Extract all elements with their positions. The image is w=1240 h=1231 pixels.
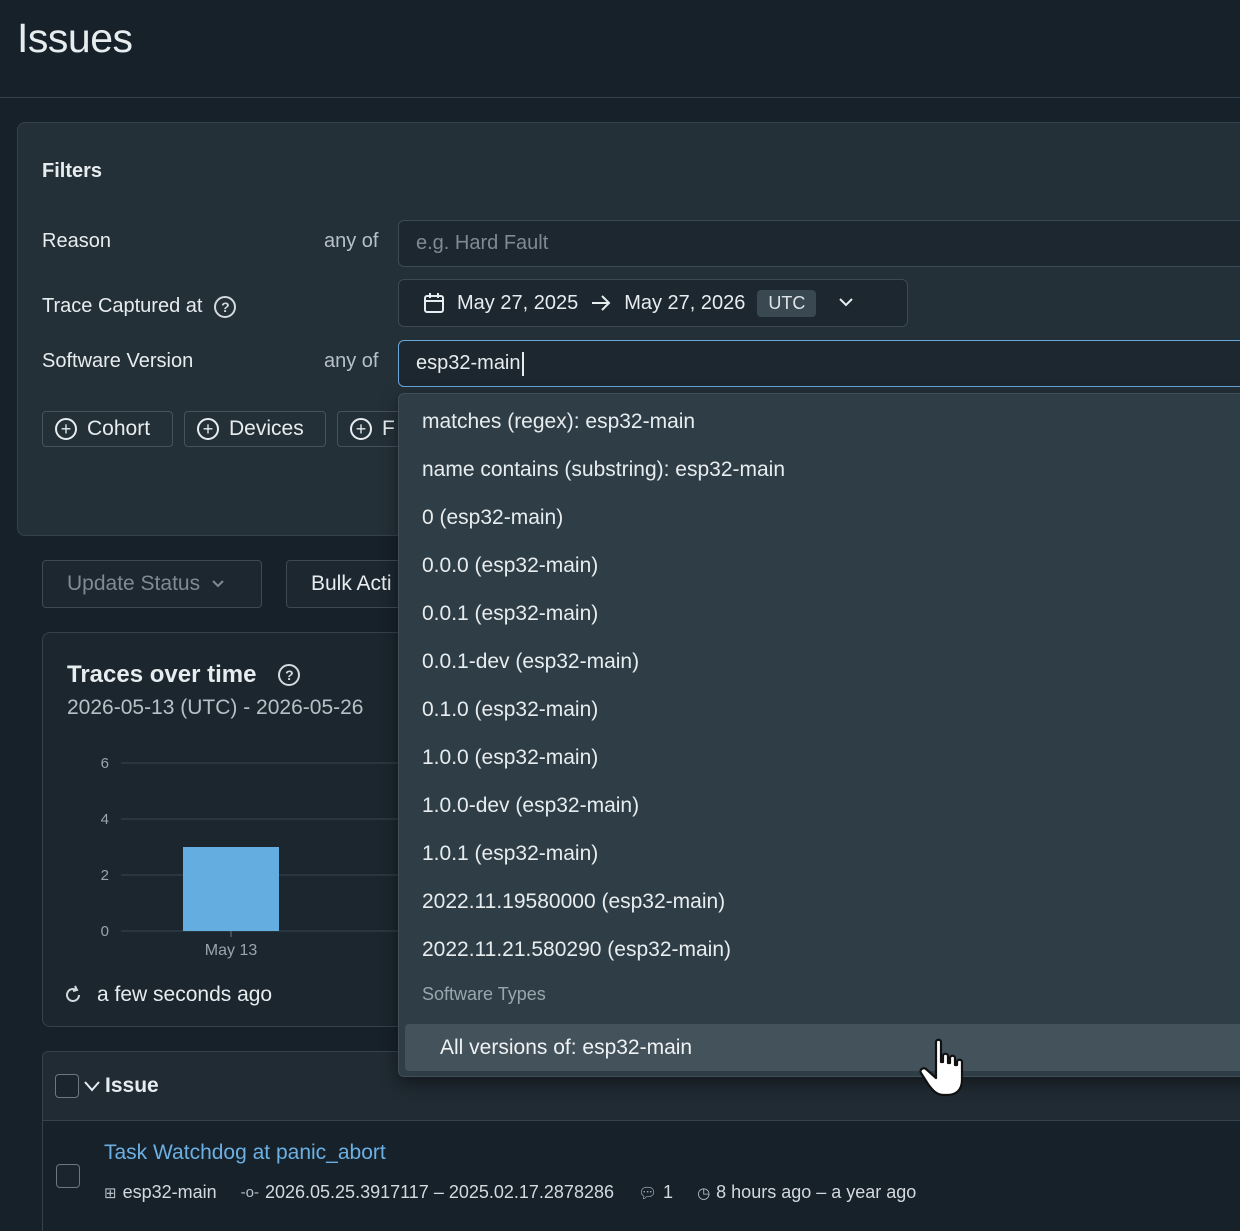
commit-icon: -o- bbox=[240, 1184, 259, 1201]
page-title: Issues bbox=[17, 15, 133, 61]
add-devices-button[interactable]: + Devices bbox=[184, 411, 326, 447]
issue-software-type: esp32-main bbox=[122, 1182, 217, 1202]
plus-circle-icon: + bbox=[350, 418, 372, 440]
chevron-down-icon[interactable] bbox=[83, 1079, 101, 1093]
reason-input[interactable]: e.g. Hard Fault bbox=[398, 220, 1240, 267]
issue-time: 8 hours ago – a year ago bbox=[716, 1182, 917, 1202]
date-range-picker[interactable]: May 27, 2025 May 27, 2026 UTC bbox=[398, 279, 908, 327]
issue-title-link[interactable]: Task Watchdog at panic_abort bbox=[104, 1141, 386, 1165]
dropdown-option-all-versions[interactable]: All versions of: esp32-main bbox=[405, 1024, 1240, 1071]
row-checkbox[interactable] bbox=[56, 1164, 80, 1188]
comment-icon: 💬︎ bbox=[638, 1184, 658, 1202]
dropdown-option[interactable]: 1.0.1 (esp32-main) bbox=[422, 830, 598, 878]
dropdown-option[interactable]: 0.0.1 (esp32-main) bbox=[422, 590, 598, 638]
dropdown-option[interactable]: 0 (esp32-main) bbox=[422, 494, 563, 542]
software-version-operator[interactable]: any of bbox=[324, 350, 378, 373]
refresh-status[interactable]: a few seconds ago bbox=[63, 983, 272, 1007]
y-tick-label: 4 bbox=[101, 811, 109, 828]
y-tick-label: 0 bbox=[101, 923, 109, 940]
help-circle-icon[interactable]: ? bbox=[214, 295, 237, 318]
trace-captured-label: Trace Captured at ? bbox=[42, 295, 237, 318]
issue-column-header[interactable]: Issue bbox=[105, 1074, 159, 1098]
reason-input-placeholder: e.g. Hard Fault bbox=[416, 232, 549, 254]
refresh-icon bbox=[66, 985, 80, 1002]
add-cohort-button[interactable]: + Cohort bbox=[42, 411, 173, 447]
reason-label: Reason bbox=[42, 230, 111, 253]
dropdown-option[interactable]: 1.0.0-dev (esp32-main) bbox=[422, 782, 639, 830]
text-caret bbox=[521, 351, 524, 376]
plus-circle-icon: + bbox=[197, 418, 219, 440]
chart-bar[interactable] bbox=[183, 847, 279, 931]
refresh-text: a few seconds ago bbox=[97, 983, 273, 1006]
issues-page: Issues Filters Reason any of e.g. Hard F… bbox=[0, 0, 1240, 1231]
hand-pointer-icon bbox=[919, 1038, 964, 1097]
bulk-actions-label: Bulk Acti bbox=[311, 572, 392, 595]
dropdown-option[interactable]: matches (regex): esp32-main bbox=[422, 398, 695, 446]
clock-icon: ◷ bbox=[697, 1184, 711, 1202]
date-to: May 27, 2026 bbox=[624, 291, 746, 314]
arrow-right-icon bbox=[592, 295, 611, 311]
reason-label-text: Reason bbox=[42, 230, 111, 252]
calendar-icon bbox=[424, 293, 444, 313]
dropdown-option[interactable]: 0.0.1-dev (esp32-main) bbox=[422, 638, 639, 686]
select-all-checkbox[interactable] bbox=[55, 1074, 79, 1098]
trace-captured-label-text: Trace Captured at bbox=[42, 295, 203, 317]
date-from: May 27, 2025 bbox=[457, 291, 579, 314]
y-tick-label: 2 bbox=[101, 867, 109, 884]
update-status-button[interactable]: Update Status bbox=[42, 560, 262, 608]
dropdown-option[interactable]: 2022.11.21.580290 (esp32-main) bbox=[422, 926, 731, 974]
software-version-label: Software Version bbox=[42, 350, 193, 373]
update-status-label: Update Status bbox=[67, 572, 201, 595]
dropdown-option[interactable]: name contains (substring): esp32-main bbox=[422, 446, 785, 494]
y-tick-label: 6 bbox=[101, 755, 109, 772]
traces-bar-chart: 0 2 4 6 May 13 bbox=[101, 755, 403, 959]
issue-comments: 1 bbox=[663, 1182, 674, 1202]
page-header: Issues bbox=[0, 0, 1240, 98]
software-type-icon: ⊞ bbox=[104, 1184, 117, 1202]
chevron-down-icon bbox=[839, 298, 854, 307]
filters-title: Filters bbox=[42, 160, 103, 182]
dropdown-option[interactable]: 1.0.0 (esp32-main) bbox=[422, 734, 598, 782]
dropdown-group-label: Software Types bbox=[422, 984, 546, 1004]
add-devices-label: Devices bbox=[229, 417, 304, 440]
dropdown-option[interactable]: 0.1.0 (esp32-main) bbox=[422, 686, 598, 734]
chevron-down-icon bbox=[212, 580, 224, 588]
timezone-badge: UTC bbox=[757, 289, 817, 317]
software-version-input[interactable]: esp32-main bbox=[398, 340, 1240, 387]
add-cohort-label: Cohort bbox=[87, 417, 151, 440]
table-row[interactable]: Task Watchdog at panic_abort ⊞ esp32-mai… bbox=[42, 1121, 1240, 1231]
issue-meta: ⊞ esp32-main -o- 2026.05.25.3917117 – 20… bbox=[104, 1182, 916, 1203]
reason-operator[interactable]: any of bbox=[324, 230, 378, 253]
software-version-value: esp32-main bbox=[416, 352, 521, 374]
x-tick-label: May 13 bbox=[205, 942, 258, 959]
dropdown-option[interactable]: 2022.11.19580000 (esp32-main) bbox=[422, 878, 725, 926]
software-version-dropdown: matches (regex): esp32-main name contain… bbox=[398, 393, 1240, 1077]
dropdown-option[interactable]: 0.0.0 (esp32-main) bbox=[422, 542, 598, 590]
add-filter-label: F bbox=[382, 417, 395, 440]
software-version-label-text: Software Version bbox=[42, 350, 194, 372]
issue-versions: 2026.05.25.3917117 – 2025.02.17.2878286 bbox=[264, 1182, 614, 1202]
plus-circle-icon: + bbox=[55, 418, 77, 440]
